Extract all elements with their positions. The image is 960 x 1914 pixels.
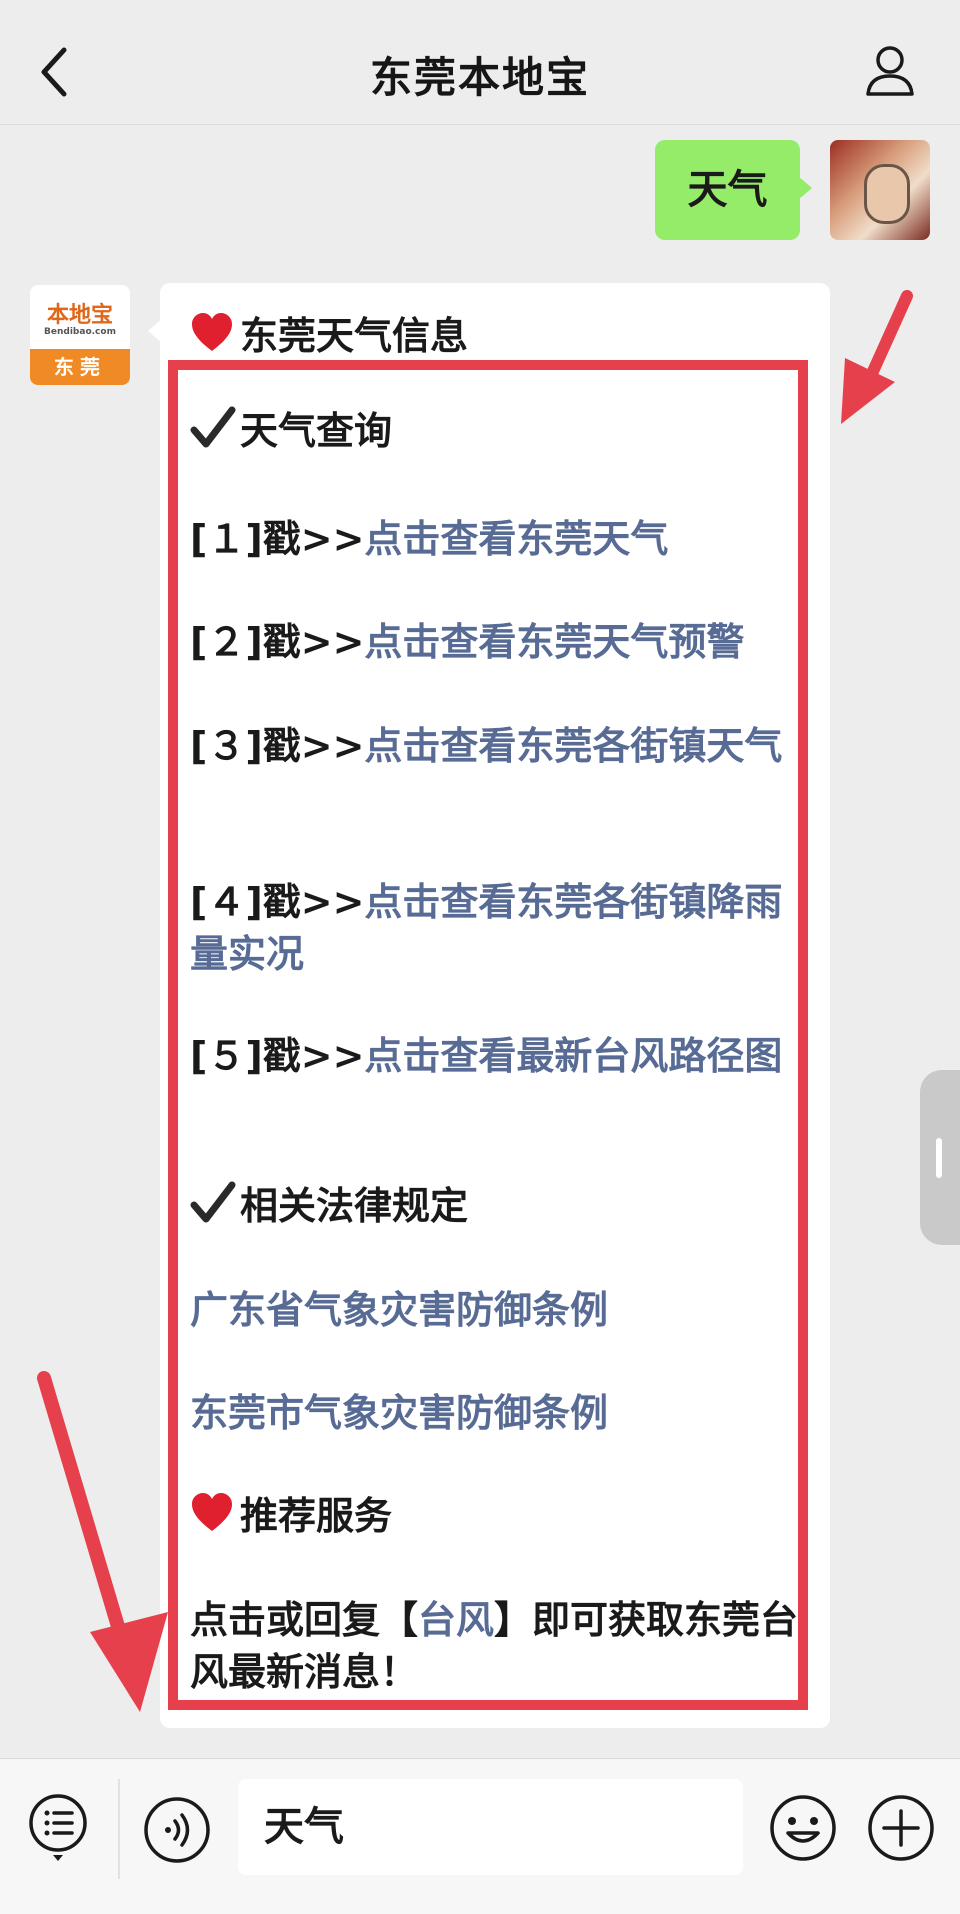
typhoon-path-link[interactable]: 点击查看最新台风路径图 bbox=[364, 1034, 782, 1078]
recommend-text: 点击或回复【台风】即可获取东莞台风最新消息！ bbox=[190, 1594, 800, 1698]
section-title-weather: 天气查询 bbox=[190, 405, 392, 457]
message-input[interactable]: 天气 bbox=[238, 1779, 743, 1875]
emoji-icon[interactable] bbox=[768, 1793, 838, 1863]
outgoing-message-bubble[interactable]: 天气 bbox=[655, 140, 812, 240]
plus-icon[interactable] bbox=[866, 1793, 936, 1863]
town-weather-item[interactable]: [３]戳>>点击查看东莞各街镇天气 bbox=[190, 720, 800, 772]
heart-icon bbox=[192, 313, 232, 351]
check-icon bbox=[190, 1181, 236, 1223]
section-title-text: 天气查询 bbox=[240, 409, 393, 453]
recommend-before: 点击或回复【 bbox=[190, 1598, 419, 1642]
rainfall-item[interactable]: [４]戳>>点击查看东莞各街镇降雨量实况 bbox=[190, 876, 800, 980]
message-input-value: 天气 bbox=[264, 1804, 344, 1850]
item-prefix: [５]戳>> bbox=[190, 1034, 365, 1078]
avatar-photo bbox=[864, 164, 910, 224]
section-title-text: 推荐服务 bbox=[240, 1494, 393, 1538]
chat-title: 东莞本地宝 bbox=[369, 53, 590, 102]
message-header-text: 东莞天气信息 bbox=[240, 314, 469, 358]
divider bbox=[118, 1779, 120, 1879]
bottom-input-bar: 天气 bbox=[0, 1758, 960, 1914]
typhoon-path-item[interactable]: [５]戳>>点击查看最新台风路径图 bbox=[190, 1030, 800, 1082]
item-prefix: [４]戳>> bbox=[190, 880, 365, 924]
top-bar: 东莞本地宝 bbox=[0, 0, 960, 125]
item-prefix: [２]戳>> bbox=[190, 620, 365, 664]
outgoing-message-text: 天气 bbox=[687, 167, 768, 213]
side-drawer-handle[interactable] bbox=[920, 1070, 960, 1245]
profile-icon[interactable] bbox=[864, 44, 916, 98]
voice-icon[interactable] bbox=[142, 1795, 212, 1865]
logo-text: 本地宝 bbox=[46, 303, 113, 328]
town-weather-link[interactable]: 点击查看东莞各街镇天气 bbox=[364, 724, 782, 768]
section-title-recommend: 推荐服务 bbox=[190, 1490, 392, 1542]
bot-avatar[interactable]: 本地宝 Bendibao.com 东莞 bbox=[30, 285, 130, 385]
weather-item[interactable]: [１]戳>>点击查看东莞天气 bbox=[190, 513, 800, 565]
item-prefix: [１]戳>> bbox=[190, 517, 365, 561]
check-icon bbox=[190, 406, 236, 448]
typhoon-keyword-link[interactable]: 台风 bbox=[418, 1598, 494, 1642]
weather-warning-item[interactable]: [２]戳>>点击查看东莞天气预警 bbox=[190, 616, 800, 668]
self-avatar[interactable] bbox=[830, 140, 930, 240]
arrow-bottom-left bbox=[37, 1371, 168, 1712]
arrow-top-right bbox=[841, 290, 913, 424]
weather-warning-link[interactable]: 点击查看东莞天气预警 bbox=[364, 620, 744, 664]
message-header: 东莞天气信息 bbox=[190, 305, 468, 360]
section-title-law: 相关法律规定 bbox=[190, 1180, 468, 1232]
law-item[interactable]: 广东省气象灾害防御条例 bbox=[190, 1284, 800, 1336]
dongguan-law-link[interactable]: 东莞市气象灾害防御条例 bbox=[190, 1391, 608, 1435]
logo-city: 东莞 bbox=[30, 349, 130, 385]
item-prefix: [３]戳>> bbox=[190, 724, 365, 768]
guangdong-law-link[interactable]: 广东省气象灾害防御条例 bbox=[190, 1288, 608, 1332]
incoming-message-bubble: 东莞天气信息 天气查询 [１]戳>>点击查看东莞天气 [２]戳>>点击查看东莞天… bbox=[148, 283, 830, 1728]
heart-icon bbox=[192, 1493, 232, 1531]
menu-icon[interactable] bbox=[26, 1793, 96, 1863]
logo-subtext: Bendibao.com bbox=[44, 327, 116, 337]
weather-link[interactable]: 点击查看东莞天气 bbox=[364, 517, 668, 561]
section-title-text: 相关法律规定 bbox=[240, 1184, 469, 1228]
law-item[interactable]: 东莞市气象灾害防御条例 bbox=[190, 1387, 800, 1439]
